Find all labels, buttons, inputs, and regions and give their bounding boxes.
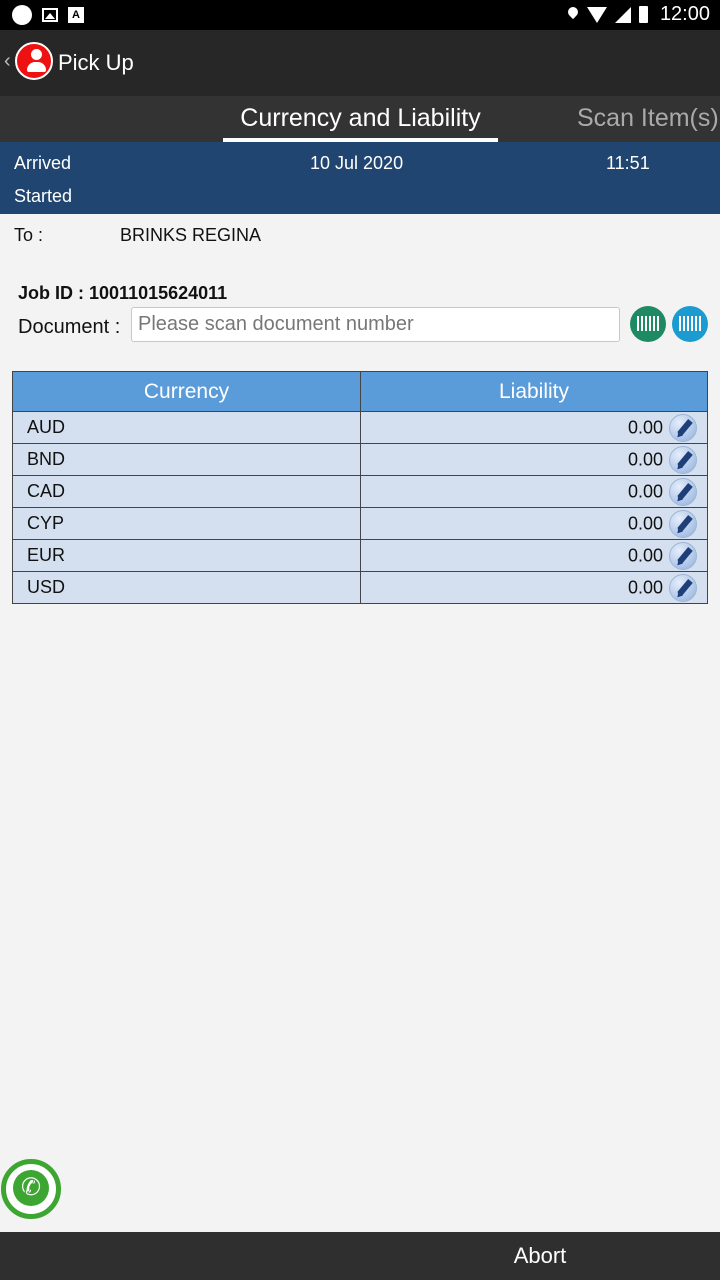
currency-code: USD — [12, 571, 361, 604]
edit-pencil-icon[interactable] — [669, 573, 697, 602]
edit-pencil-icon[interactable] — [669, 445, 697, 474]
table-row: CAD 0.00 — [12, 475, 708, 508]
table-header-row: Currency Liability — [12, 371, 708, 412]
table-row: BND 0.00 — [12, 443, 708, 476]
liability-value: 0.00 — [627, 481, 663, 501]
job-status-bar: Arrived 10 Jul 2020 11:51 Started — [0, 142, 720, 214]
arrived-time: 11:51 — [606, 153, 650, 173]
abort-button[interactable]: Abort — [360, 1232, 720, 1280]
status-time: 12:00 — [659, 3, 710, 25]
liability-cell: 0.00 — [360, 443, 708, 476]
app-title: Pick Up — [58, 50, 134, 75]
edit-pencil-icon[interactable] — [669, 541, 697, 570]
phone-icon: ✆ — [13, 1170, 49, 1206]
call-button[interactable]: ✆ — [1, 1159, 61, 1219]
tab-scan-items[interactable]: Scan Item(s) — [577, 104, 719, 133]
document-label: Document : — [18, 316, 121, 338]
liability-value: 0.00 — [627, 545, 663, 565]
currency-column-header: Currency — [12, 371, 361, 412]
document-input[interactable] — [131, 307, 620, 342]
arrived-date: 10 Jul 2020 — [310, 153, 404, 173]
location-icon — [567, 7, 579, 23]
edit-pencil-icon[interactable] — [669, 477, 697, 506]
arrived-label: Arrived — [14, 153, 72, 173]
table-row: CYP 0.00 — [12, 507, 708, 540]
table-row: USD 0.00 — [12, 571, 708, 604]
pickup-user-icon[interactable] — [15, 42, 53, 80]
liability-cell: 0.00 — [360, 539, 708, 572]
tab-bar: Currency and Liability Scan Item(s) — [0, 96, 720, 142]
battery-icon — [638, 6, 648, 23]
currency-code: BND — [12, 443, 361, 476]
barcode-icon — [679, 316, 701, 331]
currency-code: CYP — [12, 507, 361, 540]
job-id-value: 10011015624011 — [89, 283, 228, 303]
notification-icons: A — [12, 5, 84, 25]
currency-code: EUR — [12, 539, 361, 572]
status-bar: A 12:00 — [0, 0, 720, 30]
scan-barcode-alt-button[interactable] — [672, 306, 708, 342]
system-icons: 12:00 — [567, 3, 710, 26]
started-label: Started — [14, 186, 73, 206]
a-icon: A — [68, 7, 84, 23]
barcode-icon — [637, 316, 659, 331]
liability-cell: 0.00 — [360, 475, 708, 508]
liability-value: 0.00 — [627, 417, 663, 437]
circle-icon — [12, 5, 32, 25]
app-bar: ‹ Pick Up — [0, 30, 720, 96]
table-row: AUD 0.00 — [12, 411, 708, 444]
liability-cell: 0.00 — [360, 507, 708, 540]
liability-column-header: Liability — [360, 371, 708, 412]
scan-barcode-button[interactable] — [630, 306, 666, 342]
liability-value: 0.00 — [627, 449, 663, 469]
to-label: To : — [14, 225, 44, 245]
job-id: Job ID : 10011015624011 — [18, 283, 227, 304]
wifi-icon — [586, 6, 607, 23]
liability-cell: 0.00 — [360, 411, 708, 444]
image-icon — [42, 8, 58, 22]
liability-cell: 0.00 — [360, 571, 708, 604]
bottom-action-bar: Abort — [0, 1232, 720, 1280]
liability-value: 0.00 — [627, 577, 663, 597]
currency-code: AUD — [12, 411, 361, 444]
currency-code: CAD — [12, 475, 361, 508]
back-chevron-icon[interactable]: ‹ — [4, 50, 11, 73]
table-row: EUR 0.00 — [12, 539, 708, 572]
signal-icon — [614, 6, 631, 23]
liability-value: 0.00 — [627, 513, 663, 533]
edit-pencil-icon[interactable] — [669, 509, 697, 538]
currency-liability-table: Currency Liability AUD 0.00 BND 0.00 CAD… — [12, 371, 708, 604]
tab-currency-liability[interactable]: Currency and Liability — [223, 104, 498, 133]
edit-pencil-icon[interactable] — [669, 413, 697, 442]
to-value: BRINKS REGINA — [120, 225, 262, 245]
job-id-label: Job ID : — [18, 283, 84, 303]
